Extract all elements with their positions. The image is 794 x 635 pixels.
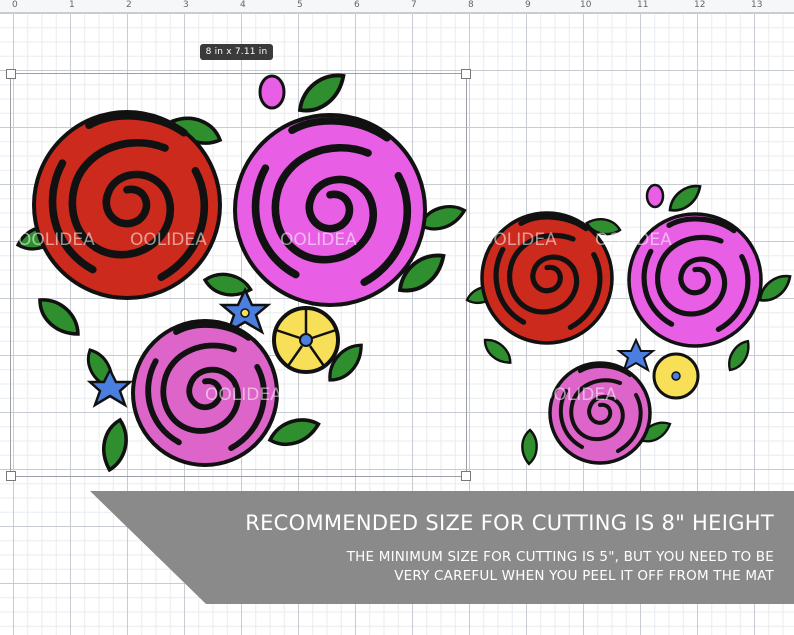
bouquet-small[interactable]: OOLIDEA OOLIDEA OOLIDEA xyxy=(464,180,794,466)
watermark-text: OOLIDEA xyxy=(480,230,557,250)
yellow-flower xyxy=(652,352,700,400)
watermark-text: OOLIDEA xyxy=(540,385,617,405)
bouquet-large[interactable]: OOLIDEA OOLIDEA OOLIDEA OOLIDEA xyxy=(14,66,469,475)
rose-bud xyxy=(258,74,286,110)
info-banner: RECOMMENDED SIZE FOR CUTTING IS 8" HEIGH… xyxy=(90,491,794,604)
blue-flower xyxy=(616,337,656,373)
banner-title: RECOMMENDED SIZE FOR CUTTING IS 8" HEIGH… xyxy=(245,511,774,535)
watermark-text: OOLIDEA xyxy=(18,230,95,250)
watermark-text: OOLIDEA xyxy=(205,385,282,405)
watermark-text: OOLIDEA xyxy=(595,230,672,250)
banner-line-2: VERY CAREFUL WHEN YOU PEEL IT OFF FROM T… xyxy=(394,568,774,584)
yellow-flower xyxy=(272,306,340,374)
banner-line-1: THE MINIMUM SIZE FOR CUTTING IS 5", BUT … xyxy=(346,549,774,565)
red-rose xyxy=(32,110,222,300)
pink-rose xyxy=(548,361,652,465)
rose-bud xyxy=(645,183,665,209)
magenta-rose xyxy=(233,113,427,307)
watermark-text: OOLIDEA xyxy=(130,230,207,250)
banner-shape xyxy=(90,491,794,604)
watermark-text: OOLIDEA xyxy=(280,230,357,250)
